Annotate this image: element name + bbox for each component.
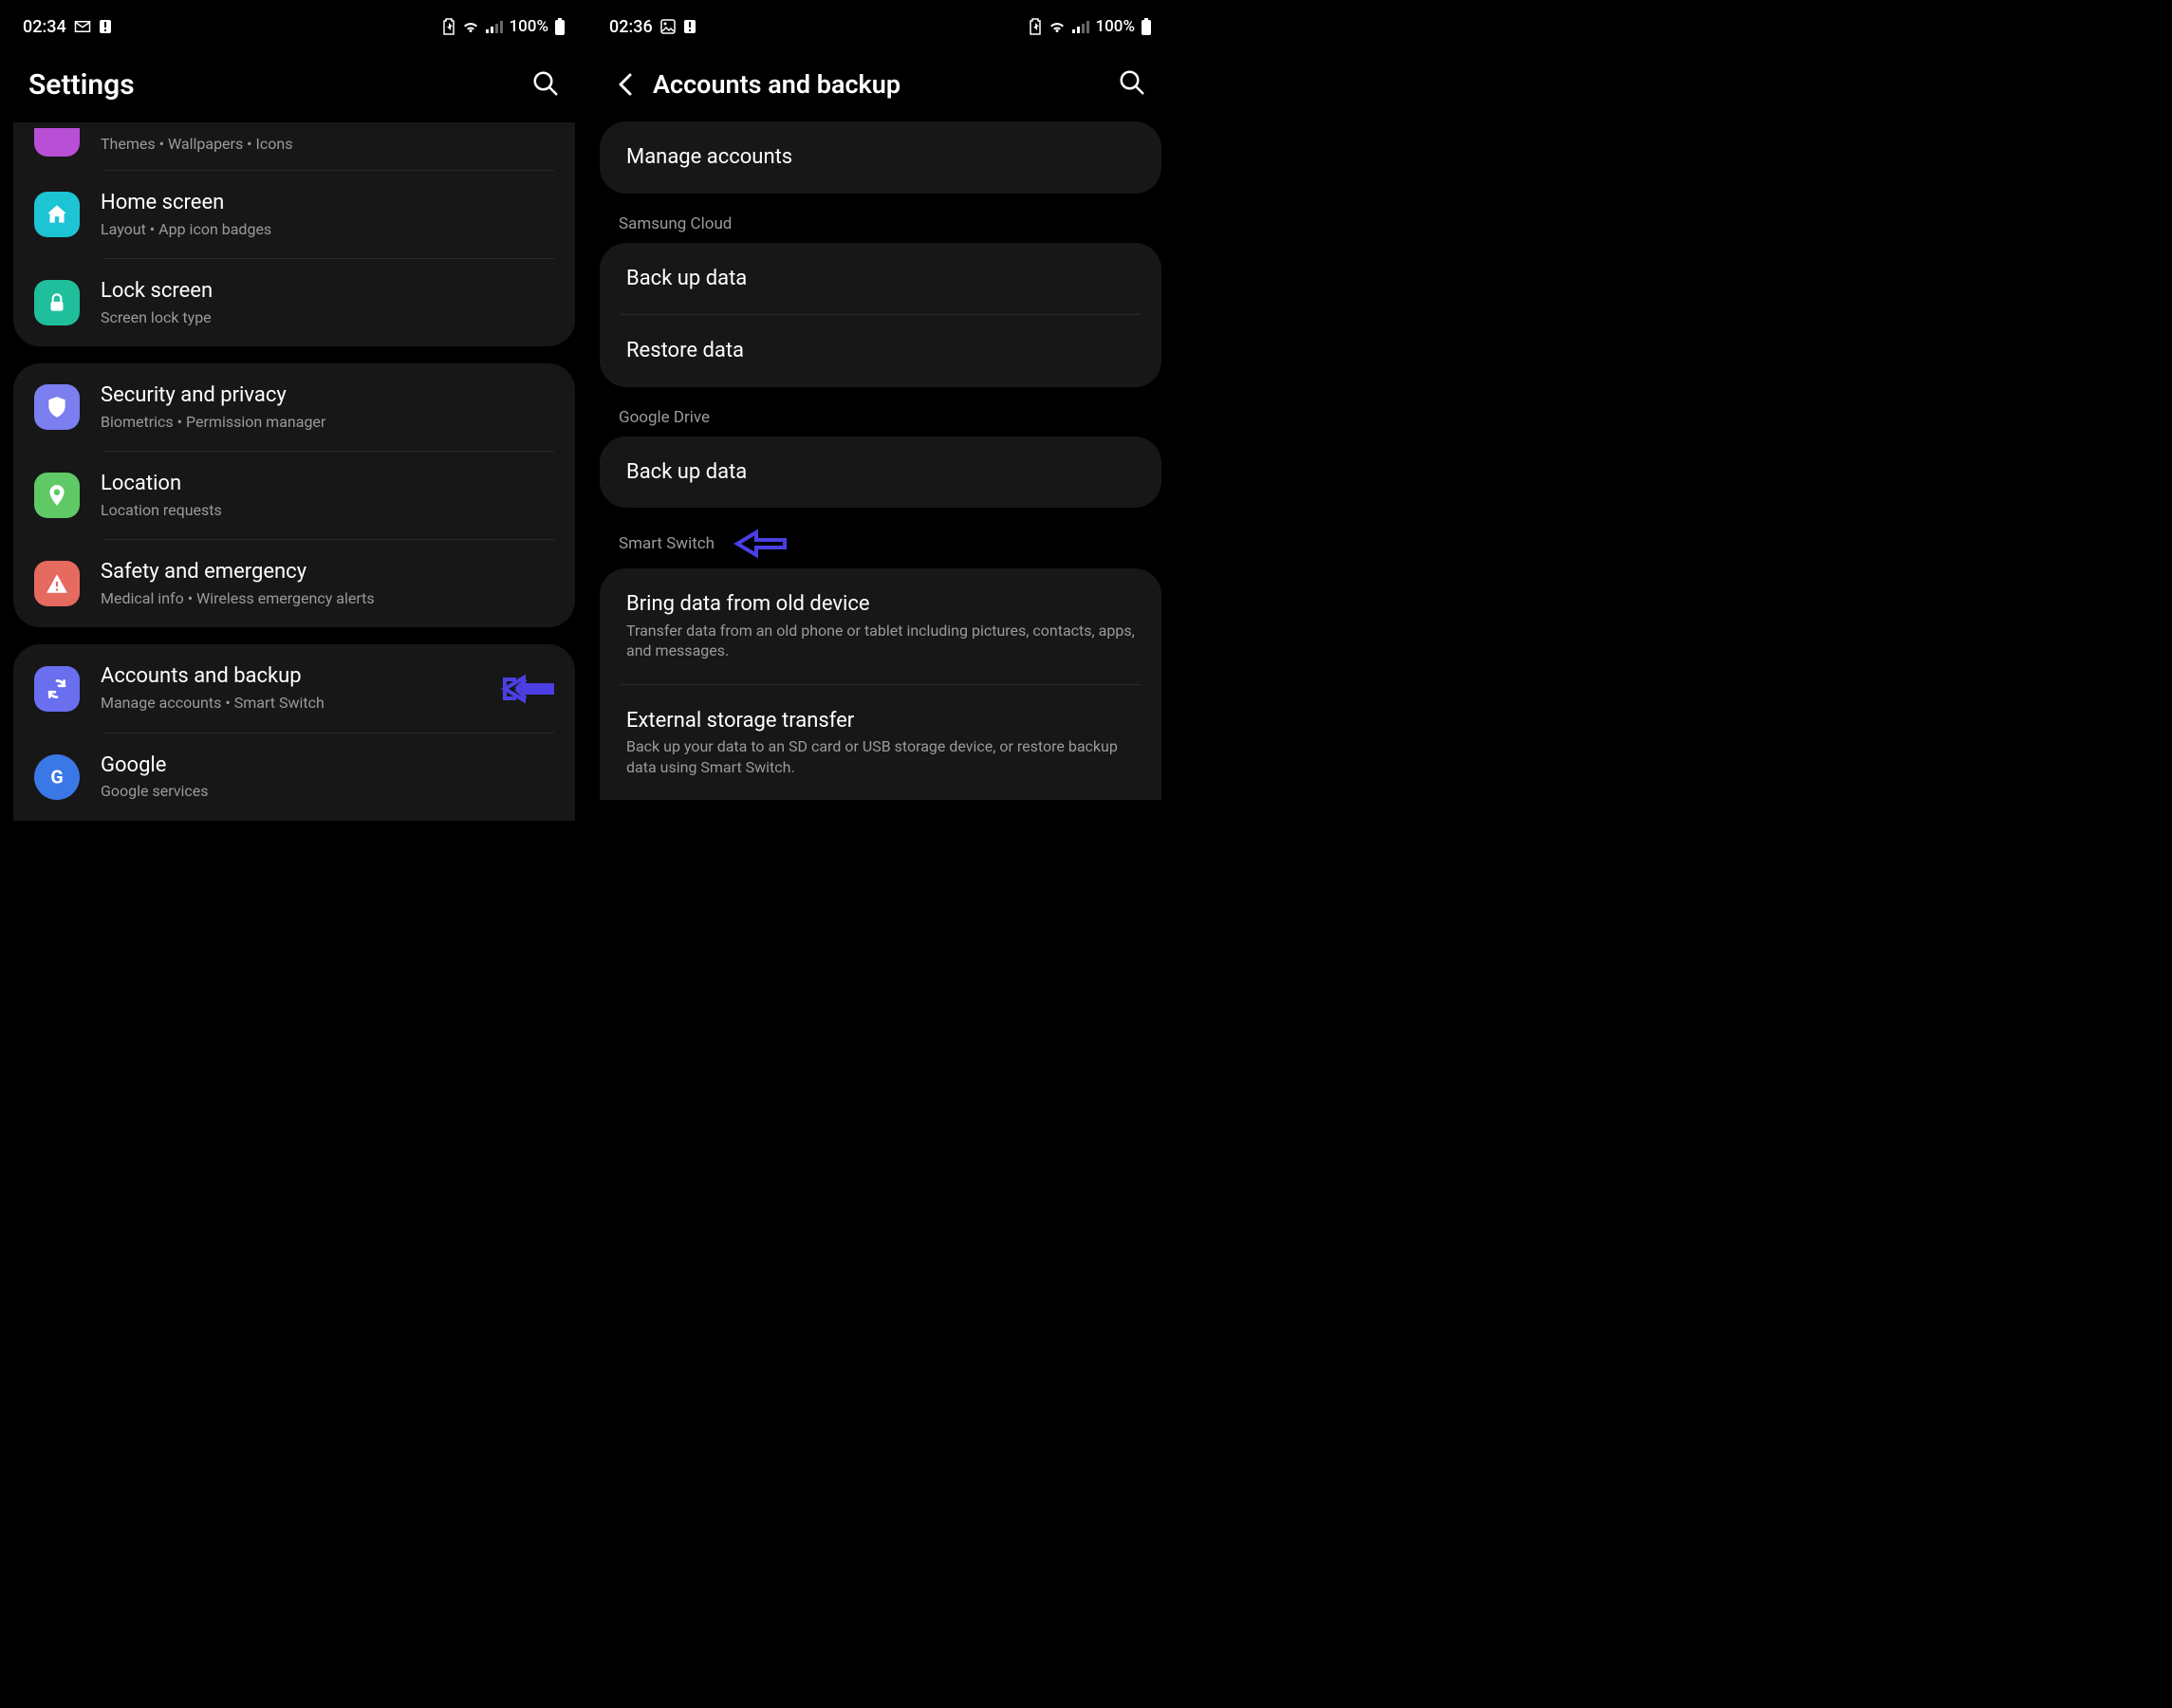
settings-header: Settings xyxy=(6,44,583,122)
google-icon: G xyxy=(34,754,80,800)
phone-settings: 02:34 100% Settings Themes • Wallpapers … xyxy=(6,6,583,821)
signal-icon xyxy=(486,20,503,33)
section-smart-switch: Smart Switch xyxy=(592,529,1169,568)
settings-group-accounts: Accounts and backup Manage accounts • Sm… xyxy=(13,644,575,820)
settings-item-themes[interactable]: Themes • Wallpapers • Icons xyxy=(13,122,575,170)
settings-item-home-screen[interactable]: Home screen Layout • App icon badges xyxy=(13,171,575,258)
manage-accounts-card: Manage accounts xyxy=(600,121,1161,194)
settings-item-title: Home screen xyxy=(101,190,554,216)
search-button[interactable] xyxy=(531,69,560,102)
gdrive-backup-item[interactable]: Back up data xyxy=(600,436,1161,509)
status-bar: 02:34 100% xyxy=(6,6,583,44)
settings-item-sub: Themes • Wallpapers • Icons xyxy=(101,134,554,155)
settings-item-sub: Manage accounts • Smart Switch xyxy=(101,693,478,714)
settings-item-google[interactable]: G Google Google services xyxy=(13,733,575,821)
gmail-icon xyxy=(74,20,91,33)
settings-item-accounts-backup[interactable]: Accounts and backup Manage accounts • Sm… xyxy=(13,644,575,732)
settings-item-title: Location xyxy=(101,471,554,497)
alert-triangle-icon xyxy=(34,561,80,606)
settings-item-sub: Medical info • Wireless emergency alerts xyxy=(101,588,554,609)
settings-item-location[interactable]: Location Location requests xyxy=(13,452,575,539)
status-bar: 02:36 100% xyxy=(592,6,1169,44)
signal-icon xyxy=(1072,20,1089,33)
settings-item-safety[interactable]: Safety and emergency Medical info • Wire… xyxy=(13,540,575,627)
item-title: Back up data xyxy=(626,266,747,292)
samsung-backup-item[interactable]: Back up data xyxy=(600,243,1161,315)
smart-switch-card: Bring data from old device Transfer data… xyxy=(600,568,1161,800)
samsung-cloud-card: Back up data Restore data xyxy=(600,243,1161,387)
item-title: Back up data xyxy=(626,459,747,486)
svg-text:G: G xyxy=(50,766,63,788)
alert-icon xyxy=(99,19,112,34)
annotation-arrow-icon xyxy=(732,529,787,559)
settings-item-sub: Layout • App icon badges xyxy=(101,219,554,240)
manage-accounts-item[interactable]: Manage accounts xyxy=(600,121,1161,194)
battery-icon xyxy=(554,18,566,35)
battery-saver-icon xyxy=(442,18,455,35)
phone-accounts-backup: 02:36 100% Accounts and backup Manage ac… xyxy=(592,6,1169,821)
settings-item-security[interactable]: Security and privacy Biometrics • Permis… xyxy=(13,363,575,451)
themes-icon xyxy=(34,128,80,157)
settings-group-display: Themes • Wallpapers • Icons Home screen … xyxy=(13,122,575,346)
section-google-drive: Google Drive xyxy=(592,408,1169,436)
settings-item-sub: Google services xyxy=(101,781,554,802)
item-sub: Transfer data from an old phone or table… xyxy=(626,621,1135,661)
item-title: Restore data xyxy=(626,338,744,364)
back-button[interactable] xyxy=(615,71,636,98)
settings-item-title: Accounts and backup xyxy=(101,663,478,690)
settings-item-title: Security and privacy xyxy=(101,382,554,409)
battery-saver-icon xyxy=(1029,18,1042,35)
section-samsung-cloud: Samsung Cloud xyxy=(592,214,1169,243)
samsung-restore-item[interactable]: Restore data xyxy=(600,315,1161,387)
settings-item-lock-screen[interactable]: Lock screen Screen lock type xyxy=(13,259,575,346)
item-title: External storage transfer xyxy=(626,708,1135,734)
item-sub: Back up your data to an SD card or USB s… xyxy=(626,736,1135,777)
image-icon xyxy=(660,19,676,34)
status-time: 02:34 xyxy=(23,17,66,37)
settings-item-sub: Location requests xyxy=(101,500,554,521)
home-icon xyxy=(34,192,80,237)
google-drive-card: Back up data xyxy=(600,436,1161,509)
page-title: Settings xyxy=(28,68,135,102)
battery-pct: 100% xyxy=(509,17,548,36)
battery-icon xyxy=(1141,18,1152,35)
search-button[interactable] xyxy=(1118,68,1146,101)
section-label: Smart Switch xyxy=(619,534,715,553)
item-title: Manage accounts xyxy=(626,144,792,171)
accounts-header: Accounts and backup xyxy=(592,44,1169,121)
alert-icon xyxy=(683,19,696,34)
item-title: Bring data from old device xyxy=(626,591,1135,618)
status-time: 02:36 xyxy=(609,17,653,37)
bring-data-item[interactable]: Bring data from old device Transfer data… xyxy=(600,568,1161,684)
wifi-icon xyxy=(1048,19,1067,34)
settings-group-security: Security and privacy Biometrics • Permis… xyxy=(13,363,575,627)
location-icon xyxy=(34,473,80,518)
page-title: Accounts and backup xyxy=(653,69,900,100)
battery-pct: 100% xyxy=(1095,17,1135,36)
sync-icon xyxy=(34,666,80,712)
shield-icon xyxy=(34,384,80,430)
annotation-arrow-icon xyxy=(499,674,554,704)
lock-icon xyxy=(34,280,80,325)
settings-item-sub: Screen lock type xyxy=(101,307,554,328)
settings-item-sub: Biometrics • Permission manager xyxy=(101,412,554,433)
settings-item-title: Google xyxy=(101,752,554,779)
wifi-icon xyxy=(461,19,480,34)
external-storage-item[interactable]: External storage transfer Back up your d… xyxy=(600,685,1161,801)
settings-item-title: Lock screen xyxy=(101,278,554,305)
settings-item-title: Safety and emergency xyxy=(101,559,554,585)
